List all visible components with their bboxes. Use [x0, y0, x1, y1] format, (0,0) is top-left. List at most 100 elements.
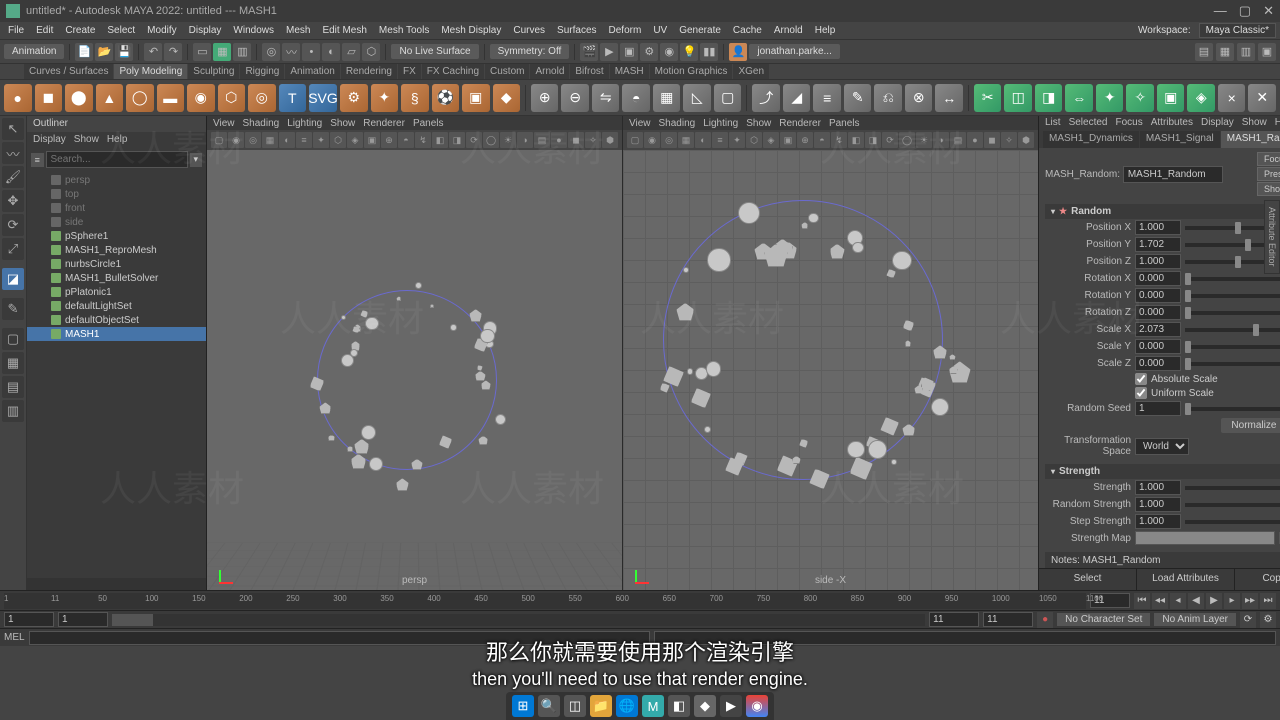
- menu-edit-mesh[interactable]: Edit Mesh: [318, 23, 370, 38]
- layout-single[interactable]: ▢: [2, 328, 24, 350]
- viewport-tool-icon[interactable]: ≡: [296, 132, 312, 148]
- viewport-side-canvas[interactable]: side -X: [623, 150, 1038, 590]
- menu-mesh-display[interactable]: Mesh Display: [437, 23, 505, 38]
- attr-tab-MASH1_Random[interactable]: MASH1_Random: [1221, 131, 1280, 148]
- viewport-tool-icon[interactable]: ▢: [211, 132, 227, 148]
- windows-taskbar[interactable]: ⊞ 🔍 ◫ 📁 🌐 M ◧ ◆ ▶ ◉: [506, 692, 774, 720]
- show-button[interactable]: Show: [1257, 182, 1280, 196]
- menu-curves[interactable]: Curves: [509, 23, 549, 38]
- step-back-icon[interactable]: ◂: [1170, 593, 1186, 609]
- file-new-icon[interactable]: 📄: [75, 43, 93, 61]
- playback-start-input[interactable]: [58, 612, 108, 627]
- shelf-tab-mash[interactable]: MASH: [610, 64, 649, 79]
- outliner-item-pPlatonic1[interactable]: pPlatonic1: [27, 285, 206, 299]
- attr-menu-show[interactable]: Show: [1242, 117, 1267, 129]
- outliner-scrollbar[interactable]: [27, 578, 206, 590]
- go-last-icon[interactable]: ⏭: [1260, 593, 1276, 609]
- file-open-icon[interactable]: 📂: [95, 43, 113, 61]
- viewport-tool-icon[interactable]: ▣: [364, 132, 380, 148]
- random_strength-slider[interactable]: [1185, 503, 1280, 507]
- viewport-tool-icon[interactable]: ◉: [644, 132, 660, 148]
- offset-loop-icon[interactable]: ◨: [1035, 84, 1063, 112]
- normalize-random-button[interactable]: Normalize Random: [1221, 418, 1280, 433]
- shelf-tab-poly-modeling[interactable]: Poly Modeling: [114, 64, 187, 79]
- strength-map-swatch[interactable]: [1135, 531, 1275, 545]
- outliner-tree[interactable]: persptopfrontsidepSphere1MASH1_ReproMesh…: [27, 171, 206, 578]
- snap-curve-icon[interactable]: 〰: [282, 43, 300, 61]
- viewport-tool-icon[interactable]: ✧: [585, 132, 601, 148]
- merge-icon[interactable]: ⊗: [905, 84, 933, 112]
- polysphere-icon[interactable]: ●: [4, 84, 32, 112]
- attr-menu-display[interactable]: Display: [1201, 117, 1234, 129]
- symmetry-dropdown[interactable]: Symmetry: Off: [490, 44, 570, 59]
- position_y-input[interactable]: [1135, 237, 1181, 252]
- rotation_z-slider[interactable]: [1185, 311, 1280, 315]
- layout-four[interactable]: ▦: [2, 352, 24, 374]
- scale_z-input[interactable]: [1135, 356, 1181, 371]
- menu-file[interactable]: File: [4, 23, 28, 38]
- separate-icon[interactable]: ⊖: [561, 84, 589, 112]
- viewport-tool-icon[interactable]: ⬢: [602, 132, 618, 148]
- outliner-item-side[interactable]: side: [27, 215, 206, 229]
- polycylinder-icon[interactable]: ⬤: [65, 84, 93, 112]
- render-settings-icon[interactable]: ⚙: [640, 43, 658, 61]
- svg-icon[interactable]: SVG: [309, 84, 337, 112]
- shelf-tab-curves-surfaces[interactable]: Curves / Surfaces: [24, 64, 113, 79]
- snap-projected-icon[interactable]: ◐: [322, 43, 340, 61]
- play-fwd-icon[interactable]: ▶: [1206, 593, 1222, 609]
- edgeflow-icon[interactable]: ⎌: [874, 84, 902, 112]
- step-fwd-key-icon[interactable]: ▸▸: [1242, 593, 1258, 609]
- play-back-icon[interactable]: ◀: [1188, 593, 1204, 609]
- append-icon[interactable]: ✎: [844, 84, 872, 112]
- outliner-item-MASH1_BulletSolver[interactable]: MASH1_BulletSolver: [27, 271, 206, 285]
- combine-icon[interactable]: ⊕: [531, 84, 559, 112]
- anim-layer-dropdown[interactable]: No Anim Layer: [1154, 613, 1236, 626]
- search-icon[interactable]: 🔍: [538, 695, 560, 717]
- multicut-icon[interactable]: ✂: [974, 84, 1002, 112]
- mel-label[interactable]: MEL: [4, 632, 25, 643]
- node-name-input[interactable]: [1123, 166, 1223, 183]
- attribute-editor-tab[interactable]: Attribute Editor: [1264, 200, 1280, 274]
- viewport-tool-icon[interactable]: ◯: [899, 132, 915, 148]
- viewport-tool-icon[interactable]: ●: [551, 132, 567, 148]
- menu-deform[interactable]: Deform: [605, 23, 646, 38]
- outliner-item-top[interactable]: top: [27, 187, 206, 201]
- range-track[interactable]: [112, 614, 925, 626]
- sidebar-toggle-3[interactable]: ▥: [1237, 43, 1255, 61]
- maximize-button[interactable]: ▢: [1239, 3, 1251, 19]
- menu-cache[interactable]: Cache: [729, 23, 766, 38]
- explorer-icon[interactable]: 📁: [590, 695, 612, 717]
- menu-mesh-tools[interactable]: Mesh Tools: [375, 23, 433, 38]
- polyplane-icon[interactable]: ▬: [157, 84, 185, 112]
- viewport-tool-icon[interactable]: ⟳: [882, 132, 898, 148]
- snap-plane-icon[interactable]: ▱: [342, 43, 360, 61]
- random-seed-slider[interactable]: [1185, 407, 1280, 411]
- menu-uv[interactable]: UV: [649, 23, 671, 38]
- rotation_y-input[interactable]: [1135, 288, 1181, 303]
- scale_y-slider[interactable]: [1185, 345, 1280, 349]
- viewport-tool-icon[interactable]: ◐: [695, 132, 711, 148]
- auto-key-icon[interactable]: ●: [1037, 612, 1053, 628]
- undo-icon[interactable]: ↶: [144, 43, 162, 61]
- menuset-dropdown[interactable]: Animation: [4, 44, 64, 59]
- sidebar-toggle-2[interactable]: ▦: [1216, 43, 1234, 61]
- menu-create[interactable]: Create: [61, 23, 99, 38]
- connect-icon[interactable]: ⇔: [1065, 84, 1093, 112]
- shelf-tab-fx[interactable]: FX: [398, 64, 421, 79]
- shelf-tab-motion-graphics[interactable]: Motion Graphics: [650, 64, 733, 79]
- presets-button[interactable]: Presets: [1257, 167, 1280, 181]
- viewport-tool-icon[interactable]: ●: [967, 132, 983, 148]
- notes-section[interactable]: Notes: MASH1_Random: [1045, 552, 1280, 568]
- viewport-persp-canvas[interactable]: persp: [207, 150, 622, 590]
- sidebar-toggle-1[interactable]: ▤: [1195, 43, 1213, 61]
- hypershade-icon[interactable]: ◉: [660, 43, 678, 61]
- outliner-item-nurbsCircle1[interactable]: nurbsCircle1: [27, 257, 206, 271]
- viewport-tool-icon[interactable]: ▢: [627, 132, 643, 148]
- viewport-tool-icon[interactable]: ▣: [780, 132, 796, 148]
- scale_x-slider[interactable]: [1185, 328, 1280, 332]
- lasso-tool[interactable]: 〰: [2, 142, 24, 164]
- maya-icon[interactable]: M: [642, 695, 664, 717]
- shelf-tab-bifrost[interactable]: Bifrost: [570, 64, 608, 79]
- outliner-item-front[interactable]: front: [27, 201, 206, 215]
- make-live-icon[interactable]: ◈: [1187, 84, 1215, 112]
